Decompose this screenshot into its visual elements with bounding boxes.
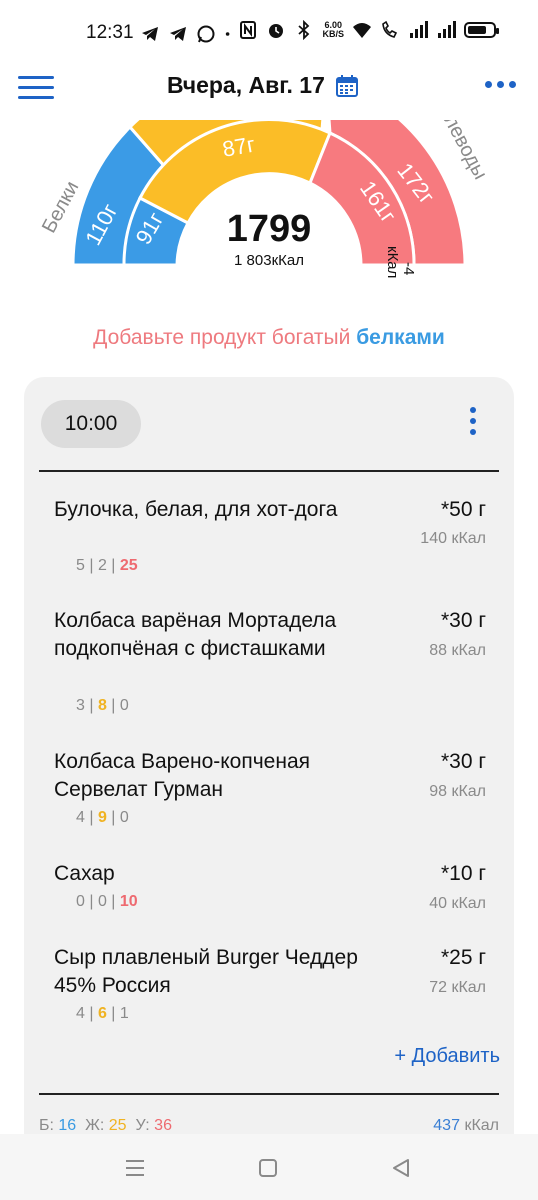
food-item[interactable]: Сахар *10 г 40 кКал 0 | 0 | 10: [54, 860, 486, 920]
recents-icon[interactable]: [123, 1156, 147, 1180]
macro-fat: 0: [97, 893, 107, 910]
macro-carbs: 1: [119, 1005, 129, 1022]
alarm-icon: [269, 24, 284, 38]
macro-protein: 4: [76, 809, 85, 826]
food-quantity: *10 г: [440, 862, 486, 885]
tip-prefix: Добавьте продукт богатый: [93, 326, 357, 349]
food-kcal: 140 кКал: [420, 530, 486, 547]
carbs-axis-label: леводы: [439, 120, 491, 183]
macro-carbs: 10: [119, 893, 138, 910]
food-macros: 4 | 9 | 0: [76, 809, 129, 826]
food-kcal: 98 кКал: [429, 783, 486, 800]
nfc-icon: [240, 21, 257, 39]
status-time: 12:31: [86, 22, 134, 43]
page-title[interactable]: Вчера, Авг. 17: [167, 72, 325, 99]
wifi-call-icon: [382, 20, 398, 38]
wifi-icon: [353, 23, 371, 38]
status-system-icons: 6.00 KB/S: [238, 20, 499, 40]
macro-fat: 2: [97, 557, 107, 574]
food-quantity: *30 г: [440, 609, 486, 632]
macro-carbs: 0: [119, 809, 129, 826]
net-speed-unit: KB/S: [322, 29, 344, 39]
food-item[interactable]: Сыр плавленый Burger Чеддер 45% Россия *…: [54, 944, 486, 1029]
food-name: Колбаса варёная Мортадела подкопчёная с …: [54, 609, 337, 660]
food-macros: 0 | 0 | 10: [76, 893, 138, 910]
back-icon[interactable]: [389, 1156, 413, 1180]
macro-fat: 8: [97, 697, 107, 714]
food-name: Сахар: [54, 862, 115, 885]
signal-icon: [438, 21, 456, 38]
food-quantity: *50 г: [440, 498, 486, 521]
macro-protein: 4: [76, 1005, 85, 1022]
macro-protein: 5: [76, 557, 85, 574]
bluetooth-icon: [298, 20, 310, 40]
dot-icon: [225, 32, 230, 36]
app-bar: Вчера, Авг. 17: [0, 64, 538, 120]
food-name: Булочка, белая, для хот-дога: [54, 498, 338, 521]
food-item[interactable]: Булочка, белая, для хот-дога *50 г 140 к…: [54, 496, 486, 586]
food-kcal: 40 кКал: [429, 895, 486, 912]
food-macros: 4 | 6 | 1: [76, 1005, 129, 1022]
hamburger-icon[interactable]: [18, 76, 54, 100]
totals-fat: 25: [108, 1117, 127, 1134]
macro-gauge: 110г 91г 87г 172г 161г Белки леводы -4 к…: [0, 120, 538, 300]
food-item[interactable]: Колбаса Варено-копченая Сервелат Гурман …: [54, 748, 486, 833]
totals-kcal: 437 кКал: [433, 1117, 499, 1135]
calendar-icon[interactable]: [335, 74, 359, 98]
add-food-button[interactable]: + Добавить: [394, 1045, 500, 1068]
food-name: Колбаса Варено-копченая Сервелат Гурман: [54, 750, 310, 801]
macro-protein: 0: [76, 893, 85, 910]
divider: [39, 470, 499, 472]
macro-carbs: 0: [119, 697, 129, 714]
food-kcal: 88 кКал: [429, 642, 486, 659]
nutrition-tip[interactable]: Добавьте продукт богатый белками: [0, 326, 538, 350]
divider: [39, 1093, 499, 1095]
battery-icon: [464, 22, 499, 38]
status-notification-icons: [140, 20, 236, 48]
macro-fat: 6: [97, 1005, 107, 1022]
home-icon[interactable]: [256, 1156, 280, 1180]
meal-card: 10:00 Булочка, белая, для хот-дога *50 г…: [24, 377, 514, 1157]
totals-kcal-value: 437: [433, 1117, 460, 1134]
tip-highlight: белками: [356, 326, 445, 349]
macro-fat: 9: [97, 809, 107, 826]
net-speed: 6.00 KB/S: [322, 21, 344, 39]
meal-totals: Б: 16 Ж: 25 У: 36 437 кКал: [39, 1117, 499, 1135]
telegram-icon: [142, 27, 158, 41]
telegram-icon: [170, 27, 186, 41]
more-horizontal-icon[interactable]: [485, 81, 516, 88]
target-kcal: 1 803кКал: [234, 252, 304, 269]
totals-protein-label: Б:: [39, 1117, 54, 1134]
system-nav-bar: [0, 1134, 538, 1200]
food-macros: 5 | 2 | 25: [76, 557, 138, 574]
totals-carbs: 36: [154, 1117, 172, 1134]
macro-protein: 3: [76, 697, 85, 714]
food-quantity: *30 г: [440, 750, 486, 773]
whatsapp-icon: [197, 25, 215, 43]
totals-protein: 16: [58, 1117, 77, 1134]
food-macros: 3 | 8 | 0: [76, 697, 129, 714]
totals-fat-label: Ж:: [85, 1117, 105, 1134]
food-name: Сыр плавленый Burger Чеддер 45% Россия: [54, 946, 358, 997]
macro-carbs: 25: [119, 557, 138, 574]
food-quantity: *25 г: [440, 946, 486, 969]
totals-kcal-unit: кКал: [464, 1117, 499, 1134]
signal-icon: [410, 21, 428, 38]
food-kcal: 72 кКал: [429, 979, 486, 996]
more-vertical-icon[interactable]: [470, 407, 476, 435]
totals-carbs-label: У:: [135, 1117, 150, 1134]
date-selector[interactable]: Вчера, Авг. 17: [167, 72, 359, 99]
total-kcal: 1799: [226, 208, 312, 250]
meal-time-button[interactable]: 10:00: [41, 400, 141, 448]
status-bar: 12:31 6.00 KB/S: [0, 0, 538, 64]
food-item[interactable]: Колбаса варёная Мортадела подкопчёная с …: [54, 607, 486, 722]
